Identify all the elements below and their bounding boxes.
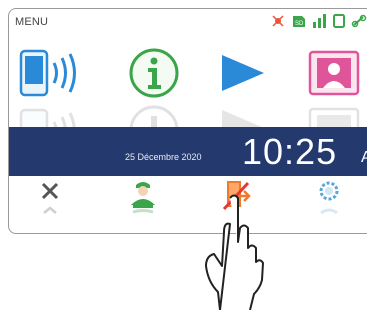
guard-icon[interactable] [127,179,159,224]
menu-label: MENU [15,16,49,28]
close-icon[interactable] [40,181,60,222]
profile-icon[interactable] [307,47,361,104]
play-icon[interactable] [218,51,268,100]
date-text: 25 Décembre 2020 [125,152,202,162]
sd-card-icon: SD [292,15,306,33]
hand-pointer-icon [200,192,270,315]
no-sound-icon [271,14,285,33]
play-icon-reflection [218,101,268,146]
ampm-text: AM [361,149,367,167]
bottom-icon-row [9,177,367,233]
status-bar: SD [271,14,367,30]
information-icon[interactable] [128,47,180,104]
time-text: 10:25 [242,131,338,172]
signal-strength-icon [312,14,328,33]
settings-icon[interactable] [315,181,343,226]
svg-text:SD: SD [295,21,304,27]
menu-icon-row [9,39,367,156]
profile-icon-reflection [307,99,361,153]
link-icon [351,14,367,33]
touch-screen: MENU SD 25 Décembre 2020 10:25 [8,8,367,234]
intercom-icon[interactable] [19,43,94,106]
device-icon [333,14,345,33]
